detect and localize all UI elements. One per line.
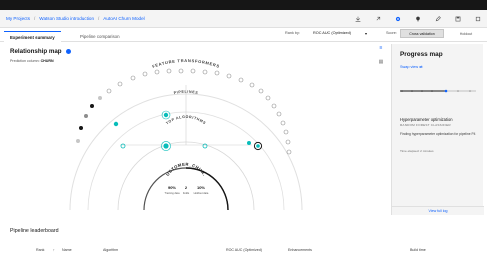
- node[interactable]: [280, 120, 286, 126]
- stop-icon[interactable]: [475, 16, 481, 22]
- node[interactable]: [117, 81, 123, 87]
- node[interactable]: [286, 149, 292, 155]
- view-full-log-link[interactable]: View full log: [392, 206, 484, 215]
- progress-step: [411, 90, 413, 92]
- pipeline-node[interactable]: [162, 112, 169, 119]
- node[interactable]: [283, 129, 289, 135]
- node[interactable]: [142, 71, 148, 77]
- tab-pipeline-comparison[interactable]: Pipeline comparison: [74, 31, 126, 42]
- rank-by-label: Rank by:: [285, 31, 300, 35]
- top-nav-bar: [0, 0, 487, 10]
- swap-view-label: Swap view: [400, 65, 419, 69]
- node[interactable]: [276, 111, 282, 117]
- save-icon[interactable]: [455, 16, 461, 22]
- swap-view-link[interactable]: Swap view ⇄: [400, 64, 422, 69]
- pipeline-node[interactable]: [247, 141, 251, 145]
- hpo-subtitle: RANDOM FOREST CLASSIFIER: [400, 123, 451, 127]
- stat-holdout-value: 10%: [197, 185, 205, 190]
- center-stats: 90% Training data 2 Folds 10% Holdout da…: [164, 185, 208, 195]
- column-enhancements[interactable]: Enhancements: [288, 248, 312, 252]
- progress-step-current: [444, 89, 448, 93]
- progress-panel: Progress map Swap view ⇄ Hyperparameter …: [391, 44, 484, 215]
- stat-training-label: Training data: [164, 191, 180, 195]
- grid-view-icon[interactable]: ▦: [377, 58, 385, 66]
- node[interactable]: [214, 70, 220, 76]
- node[interactable]: [106, 88, 112, 94]
- feature-transformer-nodes: [76, 68, 292, 155]
- view-toggle: ≡ ▦: [377, 44, 387, 72]
- node[interactable]: [130, 75, 136, 81]
- progress-step: [421, 90, 423, 92]
- node[interactable]: [271, 103, 277, 109]
- tab-experiment-summary[interactable]: Experiment summary: [4, 31, 61, 42]
- algorithm-node[interactable]: [162, 142, 170, 150]
- algorithm-node-core: [256, 144, 260, 148]
- hpo-description: Finding hyperparameter optimization for …: [400, 132, 476, 136]
- relationship-map: FEATURE TRANSFORMERS PIPELINES TOP ALGOR…: [0, 50, 303, 210]
- node[interactable]: [238, 77, 244, 83]
- toolbar-icons: [355, 10, 481, 28]
- swap-icon: ⇄: [419, 65, 423, 69]
- breadcrumb-separator: /: [34, 16, 36, 21]
- node[interactable]: [98, 96, 102, 100]
- progress-step: [457, 90, 459, 92]
- node[interactable]: [202, 69, 208, 75]
- edit-icon[interactable]: [435, 16, 441, 22]
- node[interactable]: [76, 139, 80, 143]
- breadcrumb-projects[interactable]: My Projects: [6, 16, 30, 21]
- column-rank[interactable]: Rank: [36, 248, 44, 252]
- progress-step: [431, 90, 433, 92]
- ring-label-outer: FEATURE TRANSFORMERS: [152, 58, 221, 69]
- download-icon[interactable]: [355, 16, 361, 22]
- stat-holdout-label: Holdout data: [194, 191, 209, 195]
- score-cross-validation-button[interactable]: Cross validation: [400, 29, 444, 38]
- node[interactable]: [249, 82, 255, 88]
- column-name[interactable]: Name: [62, 248, 72, 252]
- stat-folds-label: Folds: [183, 191, 190, 195]
- ring-label-center: CUSTOMER_CHUR...: [0, 50, 207, 177]
- column-build-time[interactable]: Build time: [410, 248, 426, 252]
- node[interactable]: [154, 69, 160, 75]
- breadcrumb-experiment[interactable]: AutoAI Churn Model: [103, 16, 144, 21]
- pipeline-node[interactable]: [113, 121, 119, 127]
- node[interactable]: [90, 104, 94, 108]
- column-algorithm[interactable]: Algorithm: [103, 248, 118, 252]
- algorithm-nodes: [120, 141, 263, 151]
- node[interactable]: [265, 95, 271, 101]
- share-icon[interactable]: [375, 16, 381, 22]
- progress-step: [469, 90, 471, 92]
- notification-icon[interactable]: [415, 16, 421, 22]
- breadcrumb-separator: /: [98, 16, 100, 21]
- settings-icon[interactable]: [395, 16, 401, 22]
- leaderboard-header: Rank ↑ Name Algorithm ROC AUC (Optimized…: [0, 246, 487, 257]
- node[interactable]: [166, 68, 172, 74]
- chevron-down-icon[interactable]: ▾: [365, 31, 367, 36]
- hpo-title: Hyperparameter optimization: [400, 117, 453, 122]
- column-roc-auc[interactable]: ROC AUC (Optimized): [226, 248, 262, 252]
- score-label: Score:: [386, 31, 397, 35]
- progress-line-graph: [400, 89, 476, 93]
- time-elapsed: Time elapsed: 2 minutes: [400, 149, 434, 153]
- node[interactable]: [178, 68, 184, 74]
- rank-by-select[interactable]: ROC AUC (Optimized): [313, 31, 351, 35]
- list-view-icon[interactable]: ≡: [377, 44, 385, 52]
- stat-training-value: 90%: [168, 185, 176, 190]
- sort-icon[interactable]: ↑: [53, 248, 55, 252]
- progress-map-title: Progress map: [400, 51, 443, 58]
- breadcrumb-project[interactable]: Watson Studio introduction: [39, 16, 94, 21]
- node[interactable]: [285, 139, 291, 145]
- score-holdout-button[interactable]: Holdout: [448, 29, 484, 38]
- algorithm-node[interactable]: [120, 143, 126, 149]
- progress-step: [401, 90, 403, 92]
- leaderboard-title: Pipeline leaderboard: [10, 228, 59, 234]
- node[interactable]: [190, 68, 196, 74]
- node[interactable]: [84, 114, 88, 118]
- stat-folds-value: 2: [185, 185, 188, 190]
- node[interactable]: [258, 88, 264, 94]
- node[interactable]: [226, 73, 232, 79]
- node[interactable]: [79, 126, 83, 130]
